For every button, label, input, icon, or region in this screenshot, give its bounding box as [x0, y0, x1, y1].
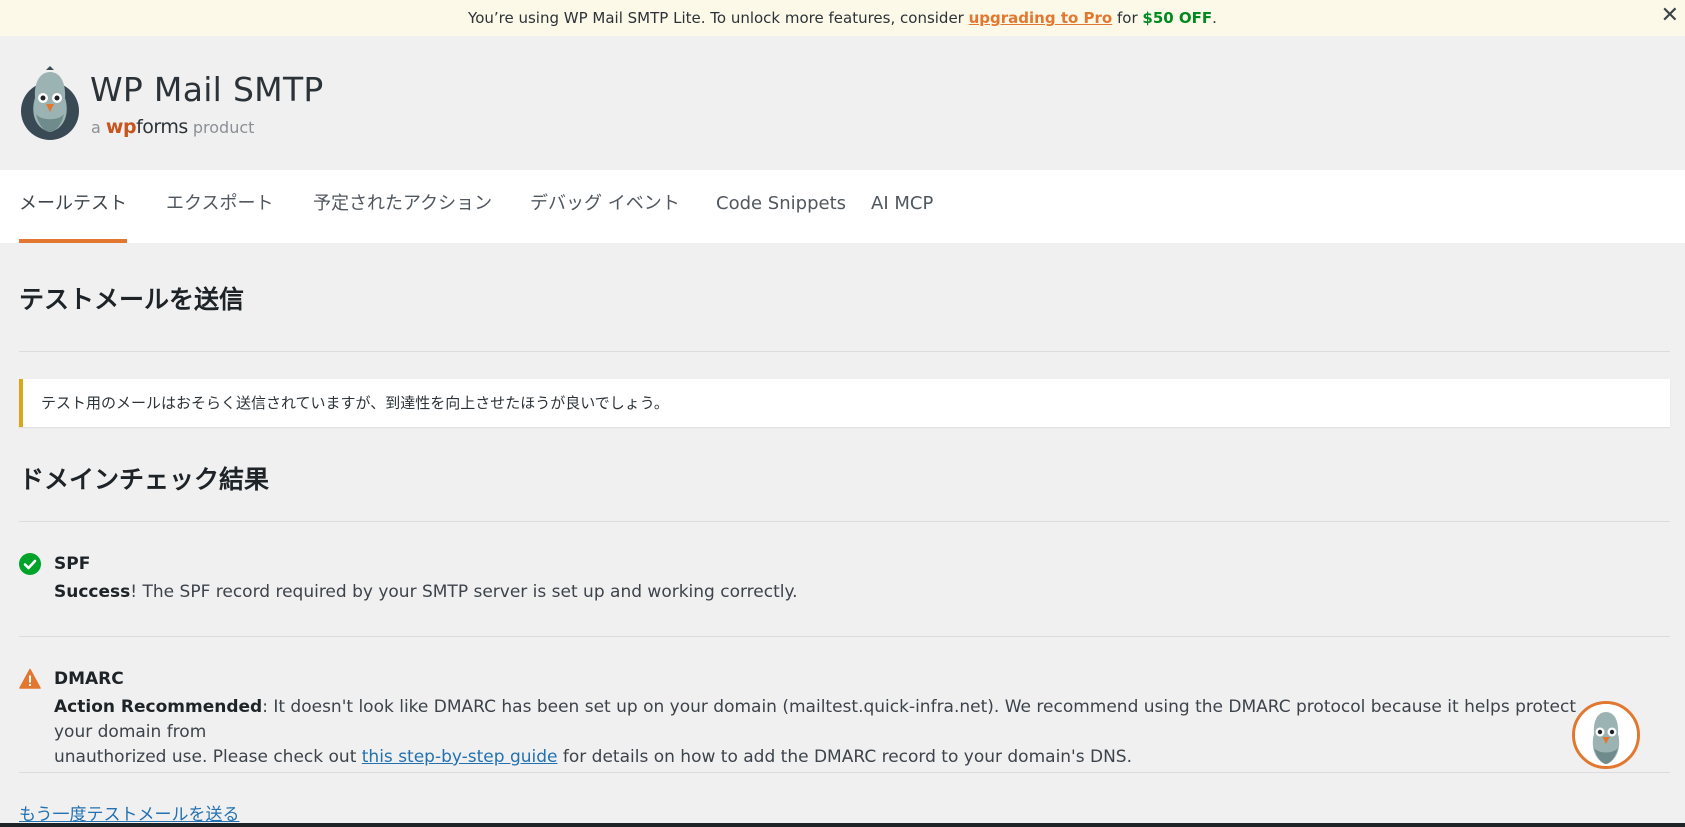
- tab-email-test[interactable]: メールテスト: [19, 170, 127, 243]
- close-icon[interactable]: ✕: [1661, 4, 1679, 28]
- spf-title: SPF: [54, 554, 91, 574]
- divider: [19, 351, 1670, 352]
- page-title: テストメールを送信: [19, 285, 245, 314]
- divider: [19, 521, 1670, 522]
- tab-debug-events[interactable]: デバッグ イベント: [530, 170, 680, 243]
- tab-scheduled-actions[interactable]: 予定されたアクション: [313, 170, 492, 243]
- warning-notice: テスト用のメールはおそらく送信されていますが、到達性を向上させたほうが良いでしょ…: [19, 379, 1670, 427]
- brand-subtitle: a wpforms product: [91, 116, 255, 138]
- brand-title: WP Mail SMTP: [90, 70, 324, 109]
- domain-check-title: ドメインチェック結果: [19, 465, 270, 494]
- dmarc-title: DMARC: [54, 669, 124, 689]
- divider: [19, 772, 1670, 773]
- promo-text: You’re using WP Mail SMTP Lite. To unloc…: [468, 9, 1217, 27]
- resend-test-email-link[interactable]: もう一度テストメールを送る: [19, 800, 240, 825]
- pigeon-logo-icon: [21, 66, 79, 140]
- dmarc-guide-link[interactable]: this step-by-step guide: [362, 747, 558, 767]
- upgrade-link[interactable]: upgrading to Pro: [969, 9, 1113, 27]
- spf-description: Success! The SPF record required by your…: [54, 582, 798, 602]
- discount-text: $50 OFF: [1142, 9, 1213, 27]
- warning-triangle-icon: [19, 668, 41, 689]
- help-chat-button[interactable]: [1572, 701, 1640, 769]
- tab-bar: メールテスト エクスポート 予定されたアクション デバッグ イベント Code …: [0, 170, 1685, 243]
- check-circle-icon: [19, 553, 41, 575]
- bottom-edge: [0, 823, 1685, 827]
- dmarc-description: Action Recommended: It doesn't look like…: [54, 697, 1577, 767]
- plugin-header: WP Mail SMTP a wpforms product: [0, 36, 1685, 170]
- tab-code-snippets[interactable]: Code Snippets: [716, 170, 846, 243]
- divider: [19, 636, 1670, 637]
- tab-ai-mcp[interactable]: AI MCP: [871, 170, 933, 243]
- promo-banner: You’re using WP Mail SMTP Lite. To unloc…: [0, 0, 1685, 36]
- tab-export[interactable]: エクスポート: [166, 170, 273, 243]
- pigeon-avatar-icon: [1575, 704, 1637, 766]
